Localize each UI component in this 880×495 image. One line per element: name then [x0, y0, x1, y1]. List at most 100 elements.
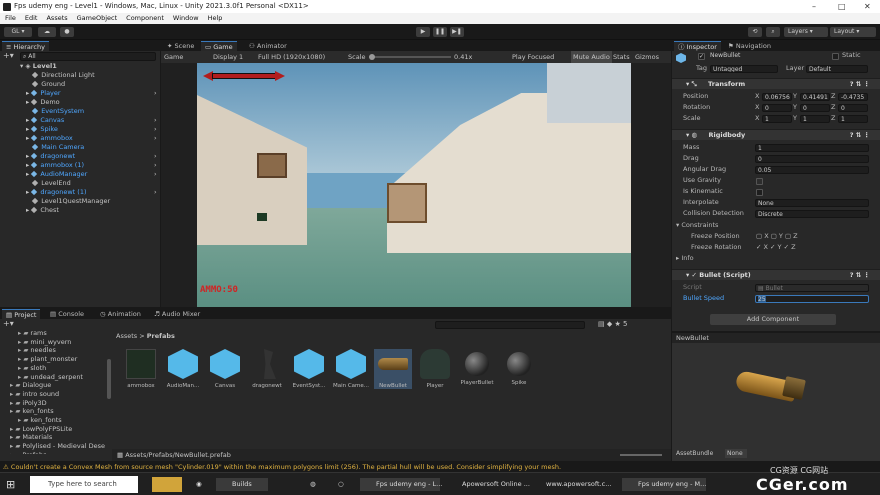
layout-dropdown[interactable]: Layout ▾ — [830, 27, 876, 37]
collision-detection-dropdown[interactable]: Discrete — [755, 210, 869, 218]
asset-tile[interactable]: Player — [416, 349, 454, 389]
mute-audio-button[interactable]: Mute Audio — [571, 51, 612, 63]
mass-field[interactable]: 1 — [755, 144, 869, 152]
hierarchy-item[interactable]: ▸ Spike › — [26, 125, 157, 134]
menu-help[interactable]: Help — [208, 14, 223, 22]
play-focused-dropdown[interactable]: Play Focused — [512, 51, 554, 63]
project-folder[interactable]: ▸ ▰ Polylised - Medieval Dese — [10, 442, 105, 451]
hierarchy-item[interactable]: Directional Light — [26, 71, 95, 80]
weather-icon[interactable] — [152, 477, 182, 492]
tab-project[interactable]: ▤ Project — [2, 309, 41, 319]
edge-icon[interactable]: ◉ — [196, 478, 202, 491]
bullet-speed-field[interactable]: 25 — [755, 295, 869, 303]
taskbar-builds[interactable]: Builds — [216, 478, 268, 491]
constraints-foldout[interactable]: ▾ Constraints — [676, 221, 718, 230]
game-viewport[interactable]: AMMO:50 — [197, 63, 631, 307]
step-button[interactable]: ▶❚ — [450, 27, 464, 37]
hierarchy-item[interactable]: EventSystem — [26, 107, 84, 116]
gizmos-button[interactable]: Gizmos — [635, 51, 659, 63]
prefab-open-icon[interactable]: › — [154, 161, 157, 170]
hierarchy-item[interactable]: LevelEnd — [26, 179, 71, 188]
static-checkbox[interactable] — [832, 53, 839, 60]
tag-dropdown[interactable]: Untagged — [710, 65, 778, 73]
tab-console[interactable]: ▤ Console — [46, 309, 88, 319]
asset-tile[interactable]: AudioMan... — [164, 349, 202, 389]
display-dropdown[interactable]: Display 1 — [213, 51, 243, 63]
transform-header[interactable]: ▾ ⤡ Transform? ⇅ ⋮ — [672, 78, 880, 89]
tab-scene[interactable]: ✦ Scene — [163, 41, 198, 51]
maximize-icon[interactable]: □ — [838, 0, 846, 13]
menu-file[interactable]: File — [5, 14, 16, 22]
active-checkbox[interactable]: ✓ — [698, 53, 705, 60]
tab-inspector[interactable]: ⓘ Inspector — [674, 41, 721, 51]
tab-animation[interactable]: ◷ Animation — [96, 309, 145, 319]
interpolate-dropdown[interactable]: None — [755, 199, 869, 207]
tab-animator[interactable]: ⚇ Animator — [245, 41, 291, 51]
breadcrumb-prefabs[interactable]: Prefabs — [147, 332, 175, 340]
stats-button[interactable]: Stats — [613, 51, 630, 63]
bullet-script-header[interactable]: ▾ ✓ Bullet (Script)? ⇅ ⋮ — [672, 269, 880, 280]
prefab-open-icon[interactable]: › — [154, 134, 157, 143]
project-folder[interactable]: ▸ ▰ iPoly3D — [10, 399, 47, 408]
account-button[interactable]: GL ▾ — [4, 27, 32, 37]
filter-icons[interactable]: ▤ ◆ ★ 5 — [598, 320, 627, 328]
project-folder[interactable]: ▸ ▰ intro sound — [10, 390, 59, 399]
hierarchy-item[interactable]: Level1QuestManager — [26, 197, 110, 206]
taskbar-apowersoft[interactable]: Apowersoft Online ... — [446, 478, 530, 491]
scale-slider[interactable] — [369, 54, 451, 60]
drag-field[interactable]: 0 — [755, 155, 869, 163]
assetbundle-dropdown[interactable]: None — [725, 449, 747, 458]
component-menu-icon[interactable]: ? ⇅ ⋮ — [850, 79, 870, 90]
taskbar-browser[interactable]: www.apowersoft.c... — [530, 478, 614, 491]
asset-tile[interactable]: dragonewt — [248, 349, 286, 389]
taskbar-unity[interactable]: Fps udemy eng - L... — [360, 478, 442, 491]
angular-drag-field[interactable]: 0.05 — [755, 166, 869, 174]
prefab-open-icon[interactable]: › — [154, 188, 157, 197]
hierarchy-item[interactable]: ▸ dragonewt › — [26, 152, 157, 161]
asset-tile[interactable]: Canvas — [206, 349, 244, 389]
tab-audio-mixer[interactable]: ♬ Audio Mixer — [150, 309, 204, 319]
project-folder[interactable]: ▸ ▰ rams — [18, 329, 47, 338]
menu-assets[interactable]: Assets — [46, 14, 67, 22]
menu-window[interactable]: Window — [173, 14, 199, 22]
project-search[interactable] — [435, 321, 585, 329]
project-folder[interactable]: ▸ ▰ Prefabs — [10, 451, 47, 454]
breadcrumb-assets[interactable]: Assets — [116, 332, 137, 340]
use-gravity-checkbox[interactable] — [756, 178, 763, 185]
asset-tile[interactable]: Spike — [500, 349, 538, 386]
layers-dropdown[interactable]: Layers ▾ — [784, 27, 828, 37]
history-icon[interactable]: ⟲ — [748, 27, 762, 37]
search-icon[interactable]: ⌕ — [766, 27, 780, 37]
transform-scale-z[interactable]: 1 — [838, 115, 868, 123]
transform-position-y[interactable]: 0.41491 — [800, 93, 830, 101]
hierarchy-item[interactable]: Ground — [26, 80, 65, 89]
hierarchy-item[interactable]: ▸ Demo — [26, 98, 60, 107]
transform-rotation-y[interactable]: 0 — [800, 104, 830, 112]
project-folder[interactable]: ▸ ▰ plant_monster — [18, 355, 77, 364]
icon-size-slider[interactable] — [620, 454, 662, 456]
add-icon[interactable]: +▾ — [3, 52, 17, 61]
project-folder[interactable]: ▸ ▰ needles — [18, 346, 56, 355]
game-mode-dropdown[interactable]: Game — [164, 51, 183, 63]
project-folder[interactable]: ▸ ▰ LowPolyFPSLite — [10, 425, 72, 434]
taskbar-search[interactable]: Type here to search — [30, 476, 138, 493]
is-kinematic-checkbox[interactable] — [756, 189, 763, 196]
freeze-rotation-toggles[interactable]: ✓ X ✓ Y ✓ Z — [756, 243, 796, 252]
asset-tile[interactable]: PlayerBullet — [458, 349, 496, 386]
prefab-open-icon[interactable]: › — [154, 152, 157, 161]
minimize-icon[interactable]: – — [812, 0, 816, 13]
transform-scale-y[interactable]: 1 — [800, 115, 830, 123]
transform-rotation-x[interactable]: 0 — [762, 104, 792, 112]
menu-edit[interactable]: Edit — [25, 14, 38, 22]
close-icon[interactable]: ✕ — [864, 0, 871, 13]
project-folder[interactable]: ▸ ▰ Dialogue — [10, 381, 51, 390]
opera-icon[interactable]: ○ — [338, 478, 344, 491]
component-menu-icon[interactable]: ? ⇅ ⋮ — [850, 270, 870, 281]
asset-tile[interactable]: Main Came... — [332, 349, 370, 389]
create-icon[interactable]: +▾ — [3, 320, 14, 328]
transform-rotation-z[interactable]: 0 — [838, 104, 868, 112]
resolution-dropdown[interactable]: Full HD (1920x1080) — [258, 51, 325, 63]
project-folder[interactable]: ▸ ▰ sloth — [18, 364, 46, 373]
hierarchy-item[interactable]: Main Camera — [26, 143, 84, 152]
prefab-open-icon[interactable]: › — [154, 125, 157, 134]
